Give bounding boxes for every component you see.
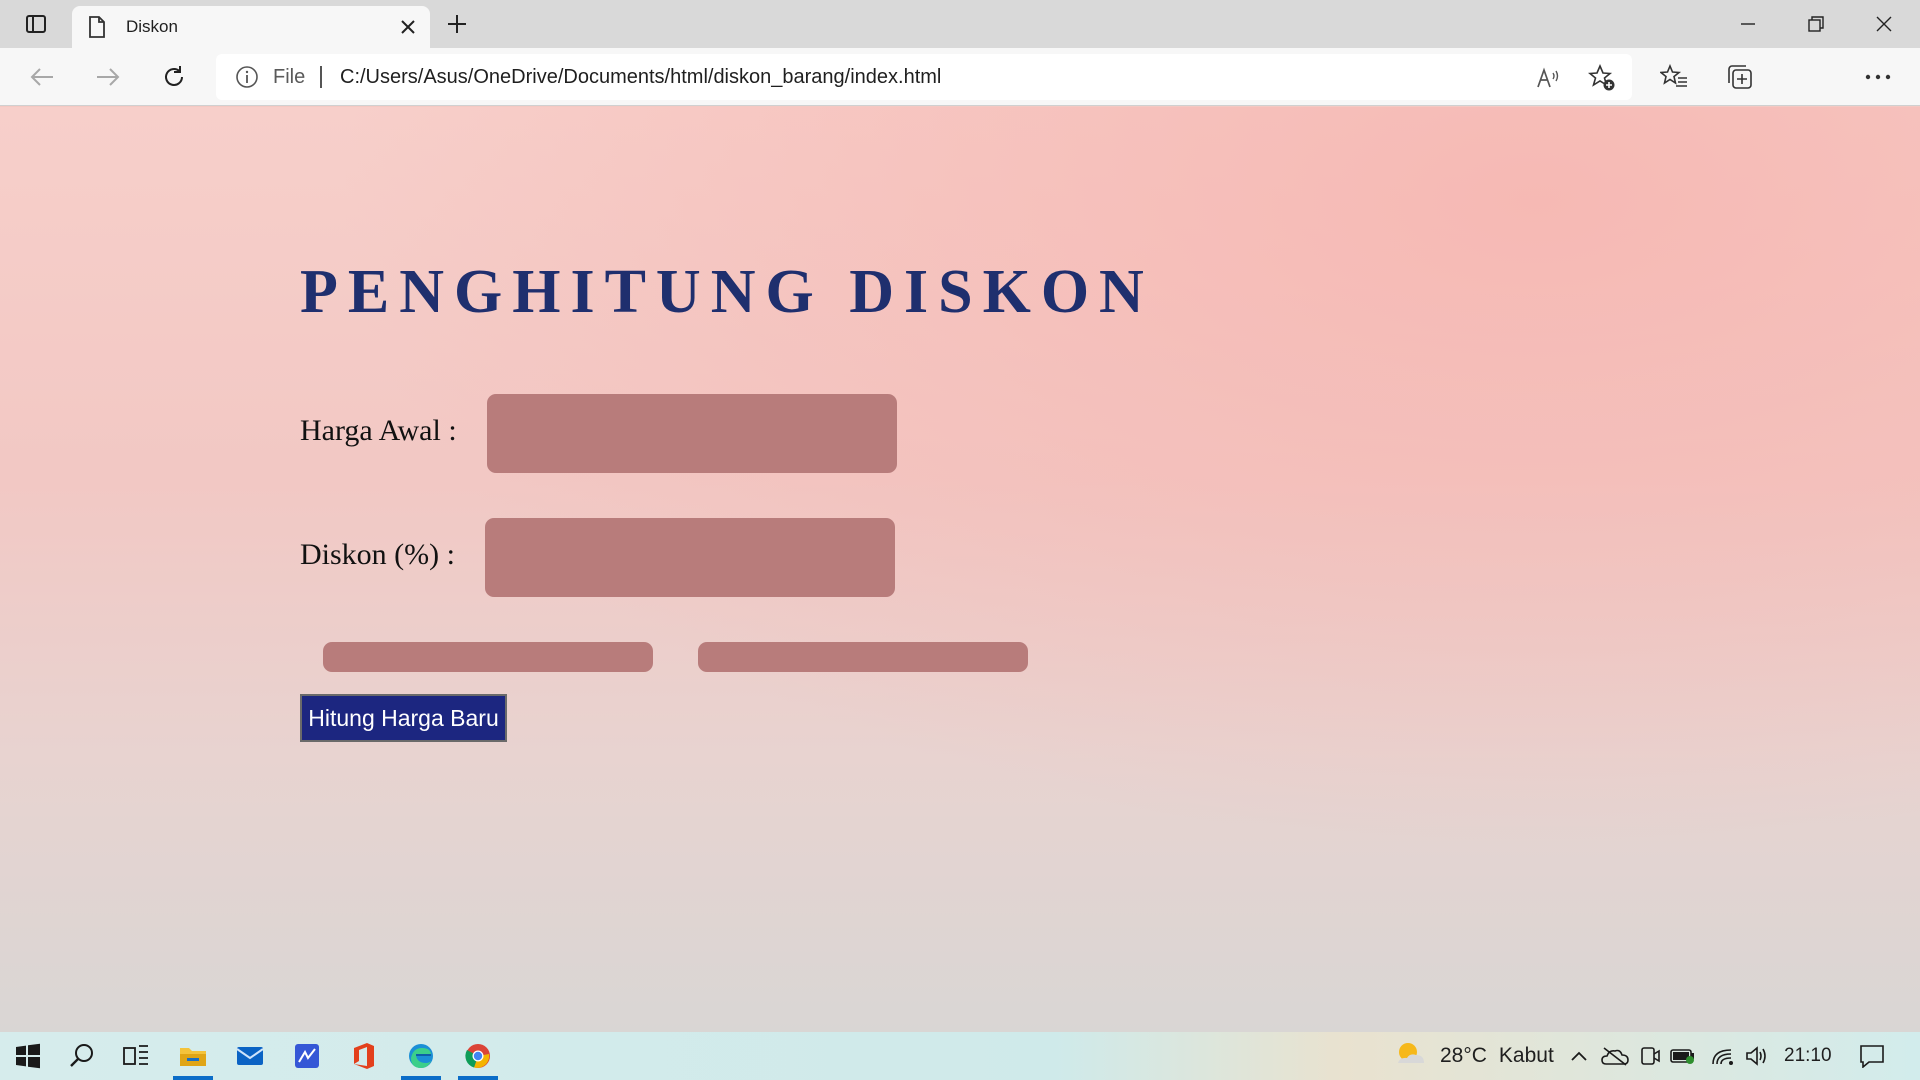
more-icon[interactable] (1862, 61, 1894, 93)
harga-awal-input[interactable] (487, 394, 897, 473)
address-scheme-label: File (273, 66, 306, 88)
browser-titlebar: Diskon (0, 0, 1920, 48)
close-window-icon[interactable] (1850, 0, 1918, 48)
add-favorite-icon[interactable] (1588, 64, 1616, 92)
forward-icon[interactable] (88, 57, 128, 97)
harga-awal-label: Harga Awal : (300, 414, 457, 447)
result-bar-left (323, 642, 653, 672)
page-viewport: PENGHITUNG DISKON Harga Awal : Diskon (%… (0, 107, 1920, 1032)
weather-description: Kabut (1498, 1044, 1554, 1067)
battery-icon[interactable] (1668, 1032, 1698, 1080)
volume-icon[interactable] (1742, 1032, 1772, 1080)
whiteboard-icon[interactable] (279, 1032, 335, 1080)
read-aloud-icon[interactable] (1534, 64, 1562, 92)
page-icon (88, 16, 106, 38)
collections-icon[interactable] (1724, 61, 1756, 93)
taskbar-clock[interactable]: 21:10 (1784, 1032, 1832, 1080)
address-separator (320, 66, 322, 88)
edge-icon[interactable] (393, 1032, 449, 1080)
meet-now-icon[interactable] (1636, 1032, 1664, 1080)
onedrive-icon[interactable] (1598, 1032, 1632, 1080)
mail-icon[interactable] (222, 1032, 278, 1080)
file-explorer-icon[interactable] (165, 1032, 221, 1080)
refresh-icon[interactable] (154, 57, 194, 97)
tab-actions-icon[interactable] (14, 10, 58, 38)
browser-toolbar: File C:/Users/Asus/OneDrive/Documents/ht… (0, 48, 1920, 142)
minimize-icon[interactable] (1714, 0, 1782, 48)
search-icon[interactable] (54, 1032, 110, 1080)
wifi-icon[interactable] (1708, 1032, 1738, 1080)
diskon-input[interactable] (485, 518, 895, 597)
tab-title: Diskon (126, 17, 178, 36)
weather-temperature: 28°C (1440, 1044, 1487, 1067)
address-bar[interactable]: File C:/Users/Asus/OneDrive/Documents/ht… (216, 54, 1632, 100)
browser-tab[interactable]: Diskon (72, 6, 430, 48)
windows-taskbar: 28°C Kabut 21:10 (0, 1032, 1920, 1080)
hitung-harga-baru-button[interactable]: Hitung Harga Baru (300, 694, 507, 742)
weather-sun-icon (1394, 1039, 1428, 1074)
chevron-up-icon[interactable] (1564, 1032, 1594, 1080)
close-icon[interactable] (396, 15, 420, 39)
start-icon[interactable] (0, 1032, 56, 1080)
chrome-icon[interactable] (450, 1032, 506, 1080)
weather-widget[interactable]: 28°C Kabut (1394, 1032, 1554, 1080)
plus-icon[interactable] (440, 10, 474, 38)
result-bar-right (698, 642, 1028, 672)
favorites-icon[interactable] (1658, 61, 1690, 93)
restore-icon[interactable] (1782, 0, 1850, 48)
address-url[interactable]: C:/Users/Asus/OneDrive/Documents/html/di… (340, 54, 941, 100)
page-heading: PENGHITUNG DISKON (300, 258, 1154, 326)
back-icon[interactable] (22, 57, 62, 97)
office-icon[interactable] (336, 1032, 392, 1080)
info-icon[interactable] (236, 66, 258, 88)
diskon-label: Diskon (%) : (300, 538, 455, 571)
notifications-icon[interactable] (1852, 1032, 1892, 1080)
task-view-icon[interactable] (108, 1032, 164, 1080)
